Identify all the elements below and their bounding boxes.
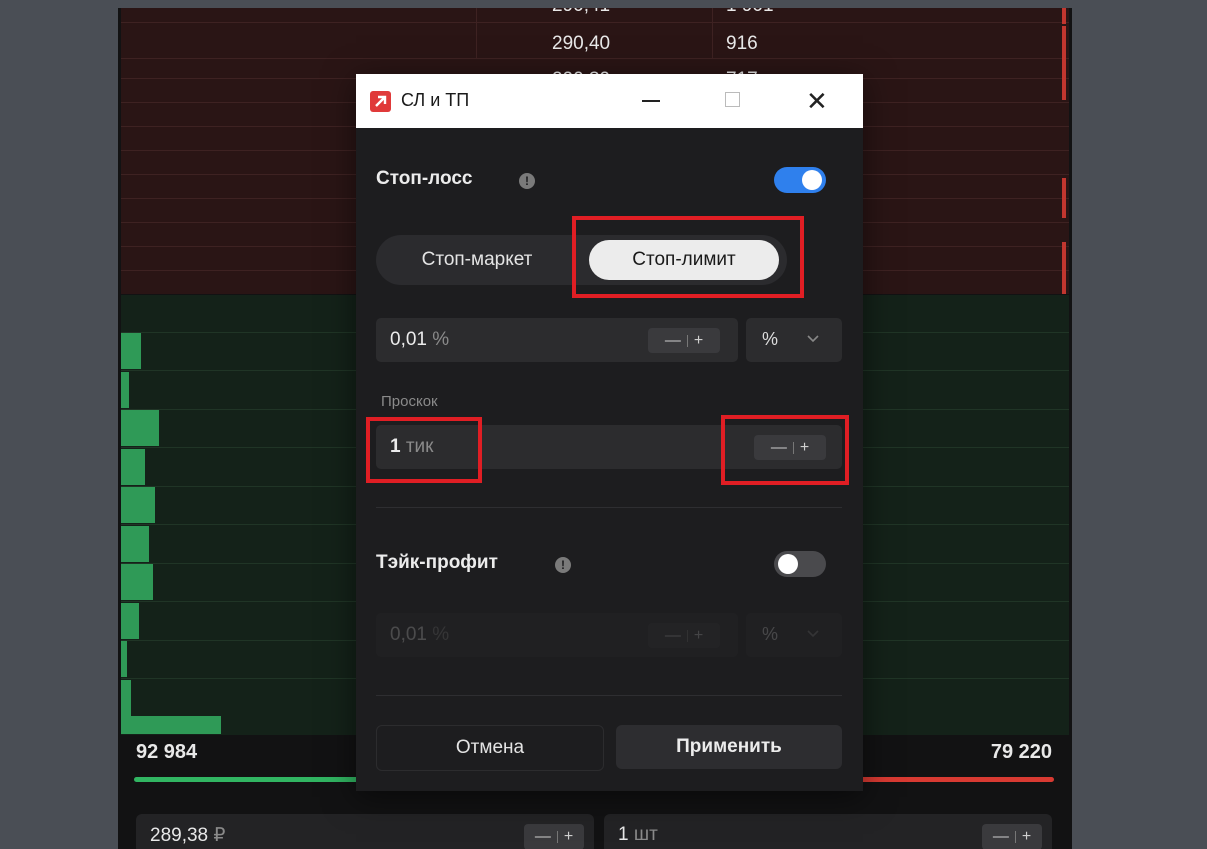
toggle-knob <box>802 170 822 190</box>
unit-label: шт <box>633 824 658 845</box>
minus-icon[interactable]: — <box>993 828 1009 846</box>
unit-select-value: % <box>762 624 779 644</box>
ask-volume-bar <box>1062 242 1066 294</box>
sell-volume-bar <box>858 777 1054 782</box>
take-profit-unit-select[interactable]: % <box>746 613 842 657</box>
ask-volume-bar <box>1062 26 1066 100</box>
maximize-icon[interactable] <box>725 92 740 107</box>
unit-select-value: % <box>762 329 779 349</box>
minus-icon[interactable]: — <box>665 332 681 350</box>
ask-price: 290,40 <box>552 33 611 54</box>
app-icon <box>370 91 391 112</box>
stop-loss-input[interactable]: 0,01 % — + <box>376 318 738 362</box>
take-profit-toggle[interactable] <box>774 551 826 577</box>
price-stepper[interactable]: — + <box>524 824 584 849</box>
cancel-button[interactable]: Отмена <box>376 725 604 771</box>
bid-volume-bar <box>121 680 131 716</box>
plus-icon[interactable]: + <box>564 828 573 846</box>
divider <box>376 695 842 696</box>
bid-volume-bar <box>121 449 145 485</box>
take-profit-input[interactable]: 0,01 % — + <box>376 613 738 657</box>
highlight-frame <box>572 216 804 298</box>
quantity-field[interactable]: 1 шт — + <box>604 814 1052 849</box>
stop-market-option[interactable]: Стоп-маркет <box>382 240 572 280</box>
take-profit-value: 0,01 <box>390 624 427 645</box>
take-profit-stepper[interactable]: — + <box>648 623 720 648</box>
plus-icon[interactable]: + <box>694 332 703 350</box>
bid-volume-bar <box>121 333 141 369</box>
minus-icon[interactable]: — <box>665 627 681 645</box>
minimize-icon[interactable] <box>642 100 660 102</box>
bid-volume-bar <box>121 564 153 600</box>
stop-loss-stepper[interactable]: — + <box>648 328 720 353</box>
bid-volume-bar <box>121 410 159 446</box>
ask-volume-bar <box>1062 178 1066 218</box>
sell-volume: 79 220 <box>990 741 1052 763</box>
stop-loss-toggle[interactable] <box>774 167 826 193</box>
quantity-value: 1 <box>618 824 629 845</box>
bid-volume-bar <box>121 641 127 677</box>
slippage-label: Проскок <box>381 393 438 410</box>
unit-label: % <box>432 329 450 350</box>
close-icon[interactable]: ✕ <box>806 86 828 117</box>
ask-price: 290,41 <box>552 8 610 17</box>
bid-volume-bar <box>121 526 149 562</box>
minus-icon[interactable]: — <box>535 828 551 846</box>
ask-volume-bar <box>1062 8 1066 24</box>
bid-volume-bar <box>121 487 155 523</box>
unit-label: % <box>432 624 450 645</box>
bid-volume-bar <box>121 372 129 408</box>
sl-tp-dialog: СЛ и ТП ✕ Стоп-лосс ! Стоп-маркет Стоп-л… <box>356 74 863 791</box>
info-icon[interactable]: ! <box>555 557 571 573</box>
price-field[interactable]: 289,38 ₽ — + <box>136 814 594 849</box>
title-bar: СЛ и ТП ✕ <box>356 74 863 128</box>
ask-row <box>121 22 1069 23</box>
currency-label: ₽ <box>213 825 226 846</box>
ask-qty: 1 901 <box>726 8 774 17</box>
chevron-down-icon <box>807 335 819 343</box>
bid-volume-bar <box>121 603 139 639</box>
column-divider <box>712 8 713 58</box>
take-profit-label: Тэйк-профит <box>376 552 498 573</box>
chevron-down-icon <box>807 630 819 638</box>
bid-volume-bar <box>121 716 221 734</box>
plus-icon[interactable]: + <box>694 627 703 645</box>
price-value: 289,38 <box>150 825 209 846</box>
ask-qty: 916 <box>726 33 758 54</box>
stop-loss-label: Стоп-лосс <box>376 168 473 189</box>
highlight-frame <box>721 415 849 485</box>
quantity-stepper[interactable]: — + <box>982 824 1042 849</box>
ask-row <box>121 58 1069 59</box>
buy-volume: 92 984 <box>136 741 198 763</box>
apply-button[interactable]: Применить <box>616 725 842 769</box>
stop-loss-value: 0,01 <box>390 329 427 350</box>
column-divider <box>476 8 477 58</box>
info-icon[interactable]: ! <box>519 173 535 189</box>
stop-loss-unit-select[interactable]: % <box>746 318 842 362</box>
plus-icon[interactable]: + <box>1022 828 1031 846</box>
window-title: СЛ и ТП <box>401 90 470 110</box>
highlight-frame <box>366 417 482 483</box>
divider <box>376 507 842 508</box>
toggle-knob <box>778 554 798 574</box>
